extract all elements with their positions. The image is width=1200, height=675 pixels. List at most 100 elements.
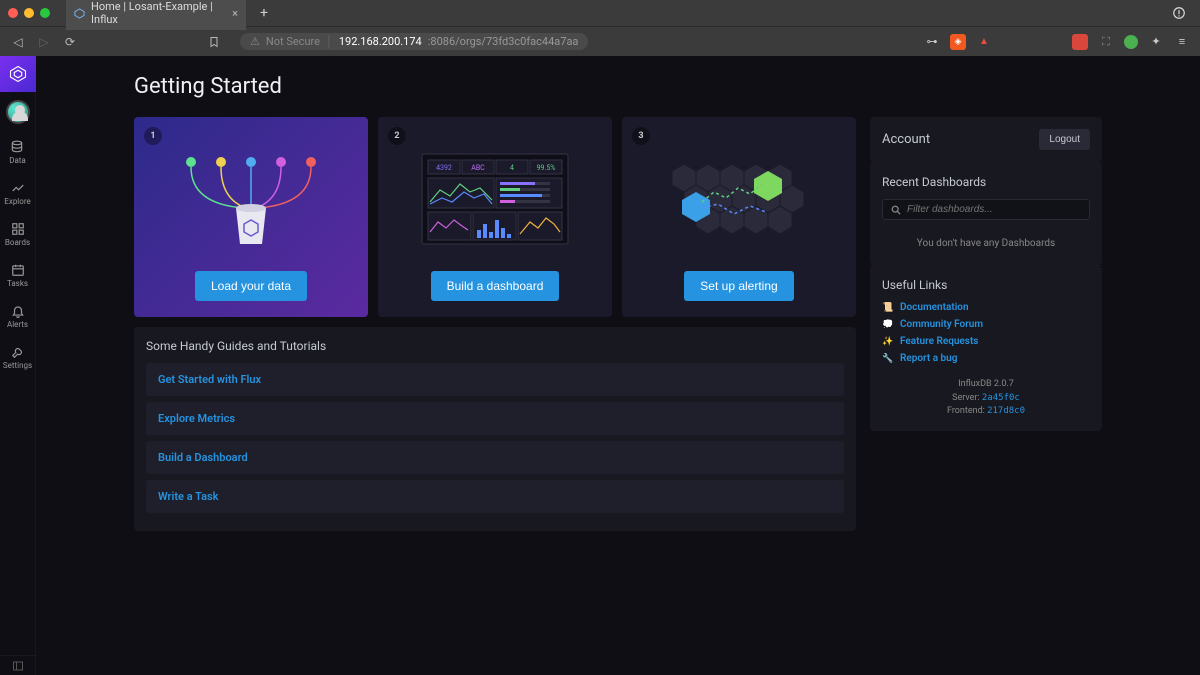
new-tab-button[interactable]: + [254, 5, 274, 21]
url-separator: │ [326, 35, 333, 48]
card-setup-alerting: 3 [622, 117, 856, 317]
browser-right-icons: ⊶ ◈ ▲ ⛶ ✦ ≡ [924, 34, 1190, 50]
link-label: Report a bug [900, 353, 957, 364]
shield-icon[interactable]: ◈ [950, 34, 966, 50]
dashboard-icon [11, 222, 25, 236]
chrome-menu-icon[interactable] [1166, 6, 1192, 20]
search-icon [891, 205, 901, 215]
alerting-illustration [632, 127, 846, 271]
sidebar-item-data[interactable]: Data [9, 140, 26, 165]
product-version: InfluxDB 2.0.7 [882, 378, 1090, 392]
link-documentation[interactable]: 📜 Documentation [882, 302, 1090, 313]
sidebar: Data Explore Boards Tasks Alerts Setting… [0, 56, 36, 675]
guide-item-flux[interactable]: Get Started with Flux [146, 363, 844, 396]
tab-title: Home | Losant-Example | Influx [91, 0, 226, 26]
scroll-icon: 📜 [882, 303, 894, 313]
link-report-bug[interactable]: 🔧 Report a bug [882, 353, 1090, 364]
sidebar-label: Boards [5, 238, 30, 247]
sidebar-item-alerts[interactable]: Alerts [7, 304, 28, 329]
sidebar-item-tasks[interactable]: Tasks [7, 263, 28, 288]
tab-close-icon[interactable]: × [232, 7, 238, 20]
card-number-badge: 3 [632, 127, 650, 145]
warning-triangle-icon[interactable]: ▲ [976, 34, 992, 50]
main-content: Getting Started 1 [36, 56, 1200, 675]
version-info: InfluxDB 2.0.7 Server: 2a45f0c Frontend:… [882, 378, 1090, 419]
link-label: Community Forum [900, 319, 983, 330]
browser-tab[interactable]: Home | Losant-Example | Influx × [66, 0, 246, 30]
link-community[interactable]: 💭 Community Forum [882, 319, 1090, 330]
bookmark-icon[interactable] [208, 35, 220, 49]
url-security-text: Not Secure [266, 35, 320, 48]
database-icon [10, 140, 24, 154]
stat-c: 4 [510, 164, 514, 172]
sidebar-item-settings[interactable]: Settings [3, 345, 32, 370]
expand-icon[interactable]: ⛶ [1098, 34, 1114, 50]
forward-button[interactable]: ▷ [36, 35, 52, 49]
stat-d: 99.5% [537, 164, 556, 172]
links-title: Useful Links [882, 278, 1090, 292]
sidebar-label: Data [9, 156, 26, 165]
getting-started-cards: 1 [134, 117, 856, 317]
stat-b: ABC [471, 164, 485, 172]
browser-menu-icon[interactable]: ≡ [1174, 34, 1190, 50]
bucket-illustration [144, 127, 358, 271]
setup-alerting-button[interactable]: Set up alerting [684, 271, 793, 301]
guide-item-dashboard[interactable]: Build a Dashboard [146, 441, 844, 474]
link-label: Documentation [900, 302, 969, 313]
build-dashboard-button[interactable]: Build a dashboard [431, 271, 560, 301]
sparkle-icon: ✨ [882, 337, 894, 347]
extension-red-icon[interactable] [1072, 34, 1088, 50]
url-field[interactable]: ⚠ Not Secure │ 192.168.200.174:8086/orgs… [240, 33, 588, 50]
card-number-badge: 2 [388, 127, 406, 145]
back-button[interactable]: ◁ [10, 35, 26, 49]
frontend-hash: 217d8c0 [987, 406, 1025, 416]
key-icon[interactable]: ⊶ [924, 34, 940, 50]
window-controls [8, 8, 50, 18]
account-panel: Account Logout [870, 117, 1102, 162]
dashboard-illustration: 4392 ABC 4 99.5% [388, 127, 602, 271]
card-build-dashboard: 2 4392 ABC 4 99.5% [378, 117, 612, 317]
browser-chrome: Home | Losant-Example | Influx × + ◁ ▷ ⟳… [0, 0, 1200, 56]
guide-item-explore[interactable]: Explore Metrics [146, 402, 844, 435]
url-bar: ◁ ▷ ⟳ ⚠ Not Secure │ 192.168.200.174:808… [0, 26, 1200, 56]
extensions-icon[interactable]: ✦ [1148, 34, 1164, 50]
no-dashboards-text: You don't have any Dashboards [882, 232, 1090, 253]
logout-button[interactable]: Logout [1039, 129, 1090, 150]
frontend-label: Frontend: [947, 406, 987, 416]
useful-links-panel: Useful Links 📜 Documentation 💭 Community… [870, 266, 1102, 431]
sidebar-label: Settings [3, 361, 32, 370]
window-close-icon[interactable] [8, 8, 18, 18]
user-avatar[interactable] [6, 100, 30, 124]
dashboard-search-input[interactable] [907, 204, 1081, 215]
calendar-icon [11, 263, 25, 277]
wrench-emoji-icon: 🔧 [882, 354, 894, 364]
insecure-warning-icon: ⚠ [250, 35, 260, 48]
extension-green-icon[interactable] [1124, 35, 1138, 49]
window-minimize-icon[interactable] [24, 8, 34, 18]
link-feature-requests[interactable]: ✨ Feature Requests [882, 336, 1090, 347]
card-load-data: 1 [134, 117, 368, 317]
url-path: :8086/orgs/73fd3c0fac44a7aa [428, 35, 579, 48]
sidebar-label: Alerts [7, 320, 28, 329]
account-label: Account [882, 132, 930, 147]
influx-logo[interactable] [0, 56, 36, 92]
sidebar-collapse-icon[interactable] [0, 655, 36, 675]
sidebar-label: Tasks [7, 279, 28, 288]
sidebar-item-boards[interactable]: Boards [5, 222, 30, 247]
reload-button[interactable]: ⟳ [62, 35, 78, 49]
influx-favicon-icon [74, 7, 85, 19]
guide-item-task[interactable]: Write a Task [146, 480, 844, 513]
server-hash: 2a45f0c [982, 393, 1020, 403]
app: Data Explore Boards Tasks Alerts Setting… [0, 56, 1200, 675]
load-data-button[interactable]: Load your data [195, 271, 307, 301]
recent-title: Recent Dashboards [882, 175, 1090, 189]
page-title: Getting Started [134, 74, 1102, 99]
window-maximize-icon[interactable] [40, 8, 50, 18]
recent-dashboards-panel: Recent Dashboards You don't have any Das… [870, 163, 1102, 265]
sidebar-label: Explore [4, 197, 30, 206]
card-number-badge: 1 [144, 127, 162, 145]
graph-icon [11, 181, 25, 195]
dashboard-search[interactable] [882, 199, 1090, 220]
tab-bar: Home | Losant-Example | Influx × + [0, 0, 1200, 26]
sidebar-item-explore[interactable]: Explore [4, 181, 30, 206]
